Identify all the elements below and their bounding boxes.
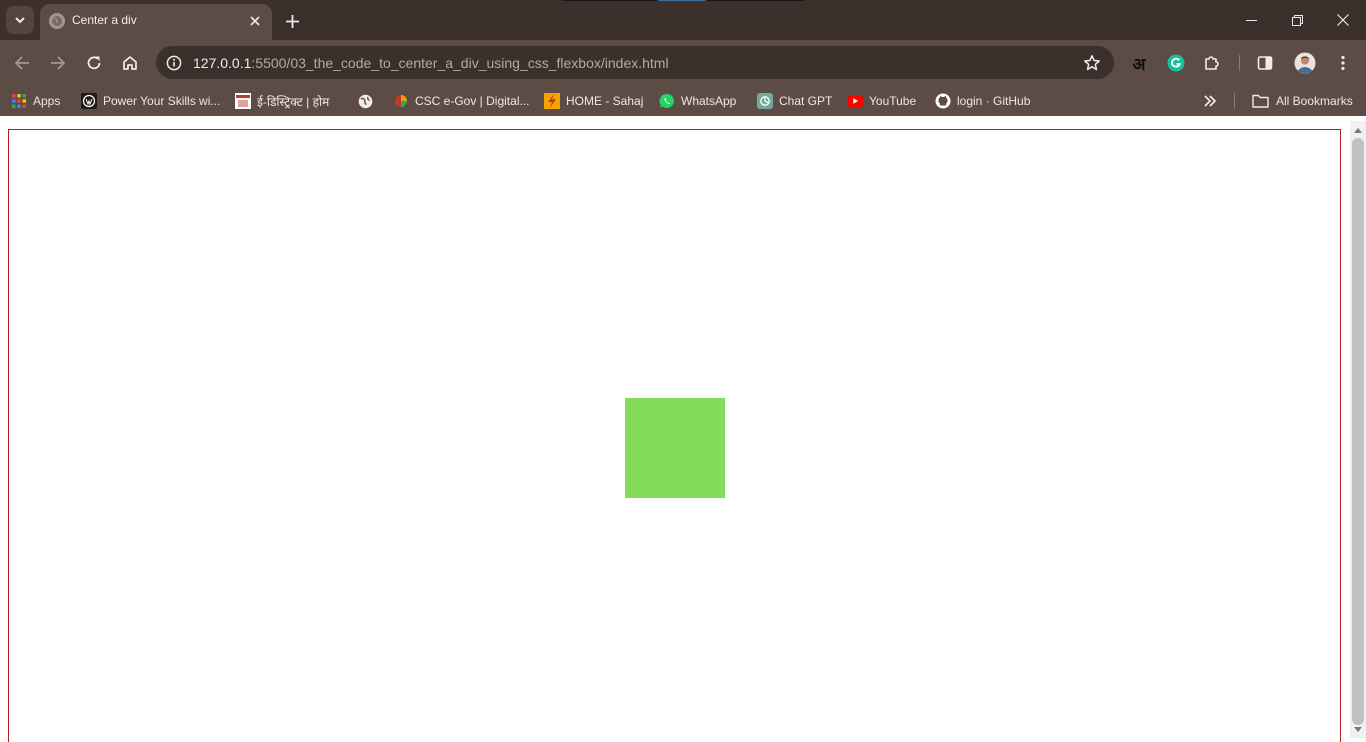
reload-icon — [87, 56, 101, 70]
url-text[interactable]: 127.0.0.1:5500/03_the_code_to_center_a_d… — [193, 55, 669, 71]
apps-grid-icon — [11, 93, 27, 109]
scroll-down-button[interactable] — [1350, 722, 1366, 736]
double-chevron-right-icon — [1204, 95, 1217, 107]
top-drag-indicator — [562, 0, 804, 1]
centered-box — [624, 398, 725, 498]
puzzle-icon — [1205, 56, 1219, 70]
bookmark-star-button[interactable] — [1082, 53, 1102, 73]
sahaj-icon — [544, 93, 560, 109]
chatgpt-icon — [757, 93, 773, 109]
triangle-down-icon — [1354, 726, 1362, 732]
bookmark-whatsapp[interactable]: WhatsApp — [659, 91, 736, 111]
minimize-icon — [1245, 19, 1257, 21]
avatar — [1294, 52, 1316, 74]
star-icon — [1084, 55, 1100, 71]
bookmark-globe[interactable] — [357, 91, 373, 111]
bookmark-label: Chat GPT — [779, 94, 833, 108]
tab-title: Center a div — [72, 13, 137, 27]
close-icon — [1337, 14, 1349, 26]
github-icon — [935, 93, 951, 109]
arrow-left-icon — [14, 56, 29, 70]
home-button[interactable] — [115, 48, 145, 78]
site-info-icon[interactable] — [164, 53, 183, 72]
triangle-up-icon — [1354, 127, 1362, 133]
reload-button[interactable] — [79, 48, 109, 78]
tab-center-a-div[interactable]: Center a div — [40, 4, 272, 40]
youtube-icon — [847, 93, 863, 109]
restore-button[interactable] — [1274, 0, 1320, 40]
close-window-button[interactable] — [1320, 0, 1366, 40]
plus-icon — [285, 14, 299, 28]
tab-close-button[interactable] — [246, 12, 264, 30]
home-icon — [123, 56, 137, 70]
bookmark-edistrict[interactable]: ई-डिस्ट्रिक्ट | होम — [235, 91, 329, 111]
bookmarks-bar: Apps Power Your Skills wi... ई-डिस्ट्रिक… — [0, 85, 1366, 116]
url-path: :5500/03_the_code_to_center_a_div_using_… — [251, 55, 669, 71]
more-vert-icon — [1341, 55, 1345, 71]
arrow-right-icon — [51, 56, 66, 70]
translate-extension-button[interactable]: अ — [1124, 48, 1154, 78]
wordpress-icon — [81, 93, 97, 109]
flex-container — [8, 129, 1341, 742]
forward-button[interactable] — [43, 48, 73, 78]
bookmark-github[interactable]: login · GitHub — [935, 91, 1030, 111]
bookmark-label: YouTube — [869, 94, 917, 108]
grammarly-extension-button[interactable] — [1161, 48, 1191, 78]
globe-icon — [49, 13, 65, 29]
vertical-scrollbar[interactable] — [1350, 121, 1366, 738]
bookmark-youtube[interactable]: YouTube — [847, 91, 916, 111]
menu-button[interactable] — [1328, 48, 1358, 78]
scrollbar-thumb[interactable] — [1352, 138, 1364, 725]
bookmark-home-sahaj[interactable]: HOME - Sahaj — [544, 91, 643, 111]
globe-icon — [357, 93, 373, 109]
bookmark-label: CSC e-Gov | Digital... — [415, 94, 530, 108]
extensions-button[interactable] — [1197, 48, 1227, 78]
bookmark-csc-egov[interactable]: CSC e-Gov | Digital... — [393, 91, 529, 111]
chevron-down-icon — [15, 17, 25, 24]
bookmark-label: WhatsApp — [681, 94, 737, 108]
page-viewport — [0, 121, 1350, 742]
profile-avatar-button[interactable] — [1290, 48, 1320, 78]
scroll-up-button[interactable] — [1350, 123, 1366, 137]
edistrict-icon — [235, 93, 251, 109]
folder-icon — [1251, 93, 1269, 109]
address-bar[interactable]: 127.0.0.1:5500/03_the_code_to_center_a_d… — [156, 46, 1114, 79]
back-button[interactable] — [7, 48, 37, 78]
bookmark-label: login · GitHub — [957, 94, 1031, 108]
bookmark-label: Apps — [33, 94, 61, 108]
grammarly-icon — [1167, 54, 1185, 72]
side-panel-icon — [1257, 56, 1273, 70]
minimize-button[interactable] — [1228, 0, 1274, 40]
toolbar: 127.0.0.1:5500/03_the_code_to_center_a_d… — [0, 40, 1366, 85]
bookmark-label: HOME - Sahaj — [566, 94, 644, 108]
bookmark-power-your-skills[interactable]: Power Your Skills wi... — [81, 91, 220, 111]
more-bookmarks-button[interactable] — [1203, 91, 1217, 111]
tab-strip: Center a div — [0, 0, 1366, 40]
bookmark-chat-gpt[interactable]: Chat GPT — [757, 91, 832, 111]
url-host: 127.0.0.1 — [193, 55, 252, 71]
tab-search-button[interactable] — [6, 6, 34, 34]
whatsapp-icon — [659, 93, 675, 109]
toolbar-divider — [1239, 55, 1240, 71]
close-icon — [250, 16, 260, 26]
all-bookmarks-label: All Bookmarks — [1276, 94, 1353, 108]
restore-icon — [1291, 14, 1303, 26]
bookmark-label: ई-डिस्ट्रिक्ट | होम — [257, 94, 330, 109]
bookmark-label: Power Your Skills wi... — [103, 94, 221, 108]
bookmarks-divider — [1234, 93, 1235, 109]
csc-icon — [393, 93, 409, 109]
new-tab-button[interactable] — [280, 9, 304, 33]
bookmark-apps[interactable]: Apps — [11, 91, 60, 111]
side-panel-button[interactable] — [1250, 48, 1280, 78]
all-bookmarks-button[interactable]: All Bookmarks — [1251, 91, 1353, 111]
